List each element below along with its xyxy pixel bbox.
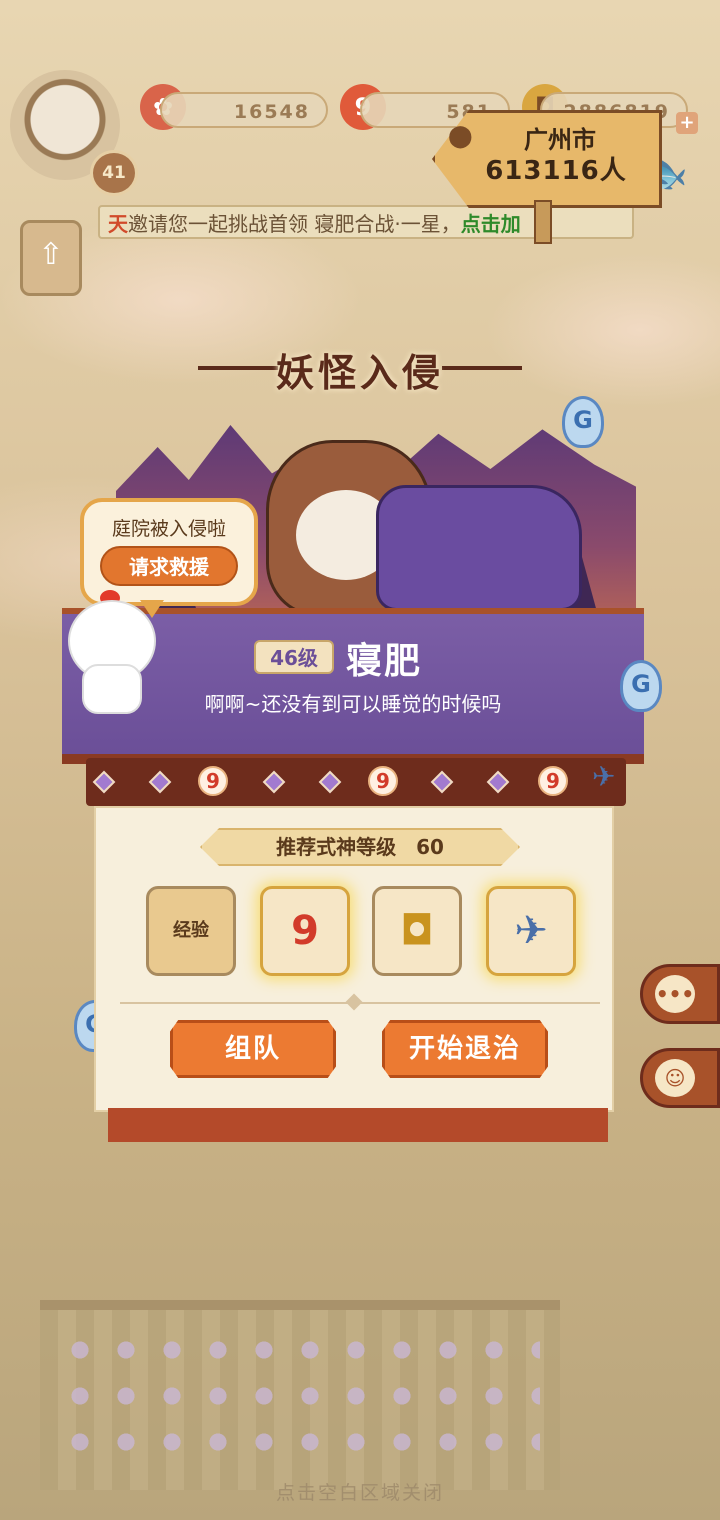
paper-crane-icon[interactable]: ✈ <box>486 886 576 976</box>
coin-icon[interactable]: ◘ <box>372 886 462 976</box>
paper-crane-icon: ✈ <box>592 760 616 793</box>
location-count: 613116人 <box>485 156 627 186</box>
seal-counter: 16548 <box>160 92 328 128</box>
start-battle-button[interactable]: 开始退治 <box>382 1020 548 1078</box>
magatama-icon[interactable]: 9 <box>260 886 350 976</box>
add-coins-button[interactable]: + <box>676 112 698 134</box>
marquee-prefix: 天 <box>108 212 128 236</box>
popup-title: 妖怪入侵 <box>275 351 444 395</box>
team-button[interactable]: 组队 <box>170 1020 336 1078</box>
recommended-level: 推荐式神等级 60 <box>200 828 520 866</box>
player-level-badge: 41 <box>90 150 138 196</box>
close-hint[interactable]: 点击空白区域关闭 <box>0 1478 720 1505</box>
boss-robe <box>376 485 582 611</box>
marquee-join-link[interactable]: 点击加 <box>461 212 521 236</box>
panel-base <box>108 1108 608 1142</box>
bubble-text: 庭院被入侵啦 <box>111 518 226 540</box>
arrow-up-icon[interactable]: ⇧ <box>20 220 82 296</box>
friends-button[interactable]: ☺ <box>640 1048 720 1108</box>
location-pin-icon: ⬤ <box>448 124 473 149</box>
chat-icon: ••• <box>655 975 695 1013</box>
boss-name: 寝肥 <box>346 641 423 682</box>
flower-bed <box>60 1330 540 1470</box>
broadcast-marquee[interactable]: 天邀请您一起挑战首领 寝肥合战·一星，点击加 <box>98 205 634 239</box>
request-help-button[interactable]: 请求救援 <box>100 546 238 586</box>
chat-button[interactable]: ••• <box>640 964 720 1024</box>
blue-flame-icon: G <box>620 660 662 712</box>
sign-post <box>534 200 552 244</box>
recommended-level-value: 60 <box>416 835 444 859</box>
magatama-icon: 9 <box>368 766 398 796</box>
recommended-level-label: 推荐式神等级 <box>276 835 397 859</box>
boss-level-badge: 46级 <box>254 640 334 674</box>
magatama-icon: 9 <box>198 766 228 796</box>
exp-scroll-icon[interactable]: 经验 <box>146 886 236 976</box>
mascot-icon: ☺ <box>655 1059 695 1097</box>
magatama-icon: 9 <box>538 766 568 796</box>
mascot-body <box>82 664 142 714</box>
mascot-chick <box>60 590 160 714</box>
blue-flame-icon: G <box>562 396 604 448</box>
marquee-text: 邀请您一起挑战首领 寝肥合战·一星， <box>128 212 461 236</box>
